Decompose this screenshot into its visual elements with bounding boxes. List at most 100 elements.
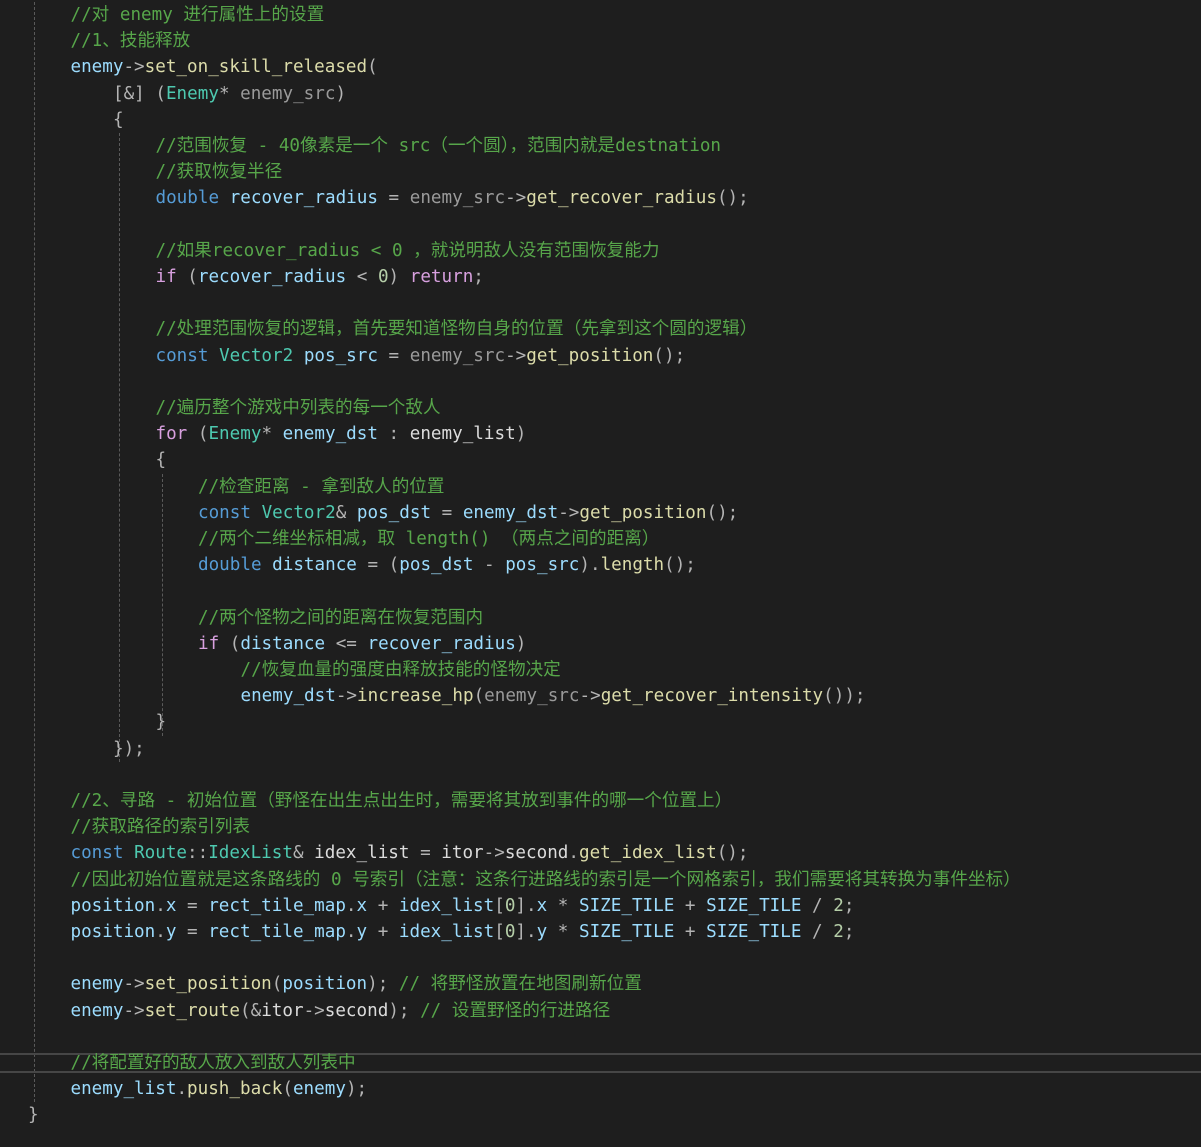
code-line: double recover_radius = enemy_src->get_r…: [156, 185, 749, 211]
code-token: itor: [441, 843, 484, 864]
code-line: //两个怪物之间的距离在恢复范围内: [198, 605, 483, 631]
code-token: ->: [579, 686, 601, 707]
code-token: = (: [356, 555, 400, 576]
code-token: enemy_dst: [462, 502, 559, 523]
code-token: );: [388, 1000, 421, 1021]
code-token: (: [187, 424, 209, 445]
code-token: const: [198, 502, 251, 523]
code-token: if: [198, 633, 220, 654]
code-token: +: [674, 895, 707, 916]
code-token: /: [801, 895, 834, 916]
code-token: *: [218, 83, 241, 104]
code-token: .: [155, 895, 166, 916]
code-line: enemy->set_on_skill_released(: [71, 54, 378, 80]
code-token: ->: [123, 1000, 145, 1021]
code-token: //2、寻路 - 初始位置（野怪在出生点出生时，需要将其放到事件的哪一个位置上）: [70, 791, 733, 811]
code-token: enemy: [70, 974, 124, 995]
code-token: idex_list: [398, 895, 495, 916]
code-token: //两个二维坐标相减，取 length() （两点之间的距离）: [198, 529, 660, 549]
code-editor[interactable]: //对 enemy 进行属性上的设置 //1、技能释放 enemy->set_on_…: [0, 0, 1201, 1147]
code-token: enemy_list: [70, 1079, 177, 1100]
code-token: ): [388, 267, 410, 287]
code-token: enemy_dst: [240, 686, 336, 707]
code-token: recover_radius: [367, 633, 516, 654]
code-token: return: [409, 267, 474, 287]
code-token: //获取恢复半径: [155, 162, 283, 183]
indent-guide: [119, 133, 120, 762]
code-token: ;: [843, 922, 855, 942]
code-token: }: [155, 712, 167, 733]
code-token: (: [367, 57, 378, 78]
code-line: //两个二维坐标相减，取 length() （两点之间的距离）: [198, 526, 659, 552]
code-token: SIZE_TILE: [578, 922, 675, 942]
code-token: //获取路径的索引列表: [70, 817, 251, 838]
code-token: ->: [123, 974, 145, 995]
code-token: =: [176, 895, 209, 916]
code-token: ->: [483, 843, 505, 864]
code-token: Vector2: [219, 345, 294, 366]
code-line: //检查距离 - 拿到敌人的位置: [198, 474, 445, 500]
code-token: ();: [716, 188, 749, 209]
code-token: +: [674, 922, 707, 942]
code-token: ->: [505, 188, 527, 209]
code-token: x: [536, 895, 548, 916]
code-token: enemy_src: [484, 686, 580, 707]
code-token: .: [176, 1079, 188, 1100]
code-token: ): [515, 424, 527, 445]
code-token: *: [547, 895, 579, 916]
code-line: //获取恢复半径: [156, 159, 283, 185]
code-token: enemy: [70, 57, 124, 78]
code-token: =: [409, 843, 442, 864]
code-token: (: [282, 1079, 293, 1100]
code-token: pos_src: [303, 345, 378, 366]
code-token: set_position: [144, 974, 272, 995]
code-token: .: [568, 843, 579, 864]
code-token: SIZE_TILE: [706, 895, 802, 916]
code-token: ).: [579, 555, 601, 576]
code-token: get_recover_radius: [526, 188, 717, 209]
code-token: //1、技能释放: [70, 31, 191, 52]
code-token: [: [494, 895, 505, 916]
code-token: //将配置好的敌人放入到敌人列表中: [70, 1053, 356, 1073]
code-line: enemy_list.push_back(enemy);: [71, 1076, 368, 1102]
code-token: distance: [272, 555, 357, 576]
code-token: =: [176, 922, 209, 942]
code-token: length: [600, 555, 665, 576]
code-token: ();: [706, 502, 739, 523]
code-token: for: [155, 424, 188, 445]
code-token: Enemy: [208, 424, 262, 445]
code-token: -: [473, 555, 506, 576]
code-token: y: [165, 922, 177, 942]
code-line: {: [113, 107, 124, 133]
code-token: 2: [833, 922, 844, 942]
code-token: // 设置野怪的行进路径: [420, 1000, 611, 1021]
code-token: (: [271, 974, 283, 995]
code-token: get_position: [579, 502, 707, 523]
code-token: second: [504, 843, 569, 864]
code-token: SIZE_TILE: [706, 922, 802, 942]
code-line: }: [156, 709, 167, 735]
code-token: [: [494, 922, 505, 942]
code-token: );: [345, 1079, 368, 1100]
code-token: ].: [515, 895, 537, 916]
code-token: enemy: [70, 1000, 124, 1021]
code-token: :: [377, 424, 410, 445]
code-token: itor: [261, 1000, 304, 1021]
code-token: *: [261, 424, 283, 445]
code-token: double: [155, 188, 220, 209]
code-token: //遍历整个游戏中列表的每一个敌人: [155, 398, 441, 418]
code-token: get_position: [526, 345, 654, 366]
code-token: enemy: [292, 1079, 346, 1100]
code-token: idex_list: [314, 843, 410, 864]
code-token: ): [515, 633, 527, 654]
code-token: ].: [515, 922, 537, 942]
code-token: //对 enemy 进行属性上的设置: [70, 5, 325, 25]
code-line: const Vector2& pos_dst = enemy_dst->get_…: [198, 500, 738, 526]
code-token: enemy_list: [409, 424, 516, 445]
code-token: position: [282, 974, 368, 995]
code-token: //恢复血量的强度由释放技能的怪物决定: [240, 660, 561, 680]
code-token: &: [292, 843, 315, 864]
code-line: for (Enemy* enemy_dst : enemy_list): [156, 421, 527, 447]
code-token: });: [113, 738, 145, 759]
